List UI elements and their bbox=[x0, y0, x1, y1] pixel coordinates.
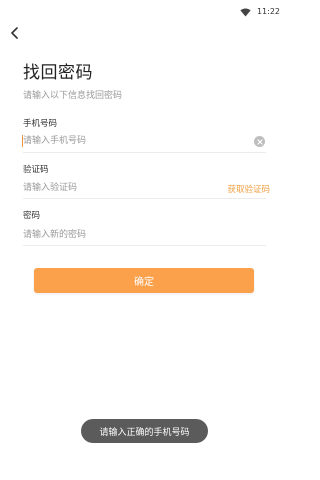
text-cursor bbox=[22, 135, 23, 147]
clear-phone-button[interactable] bbox=[254, 136, 265, 147]
password-divider bbox=[23, 245, 266, 246]
page-title: 找回密码 bbox=[23, 63, 93, 83]
status-time: 11:22 bbox=[256, 7, 280, 16]
code-divider bbox=[23, 198, 266, 199]
back-button[interactable] bbox=[6, 24, 24, 42]
get-code-button[interactable]: 获取验证码 bbox=[227, 183, 270, 195]
code-input[interactable] bbox=[23, 178, 223, 198]
confirm-button[interactable]: 确定 bbox=[34, 268, 254, 293]
toast-message: 请输入正确的手机号码 bbox=[81, 419, 208, 443]
status-right: 11:22 bbox=[240, 2, 280, 21]
password-label: 密码 bbox=[23, 211, 41, 221]
status-bar: 11:22 bbox=[0, 0, 288, 18]
phone-divider bbox=[23, 152, 266, 153]
wifi-icon bbox=[240, 2, 251, 21]
phone-input[interactable] bbox=[23, 131, 266, 151]
page-subtitle: 请输入以下信息找回密码 bbox=[23, 91, 123, 101]
phone-label: 手机号码 bbox=[23, 119, 58, 129]
code-label: 验证码 bbox=[23, 165, 49, 175]
chevron-left-icon bbox=[11, 27, 18, 39]
password-input[interactable] bbox=[23, 225, 266, 245]
clear-icon bbox=[256, 138, 263, 145]
